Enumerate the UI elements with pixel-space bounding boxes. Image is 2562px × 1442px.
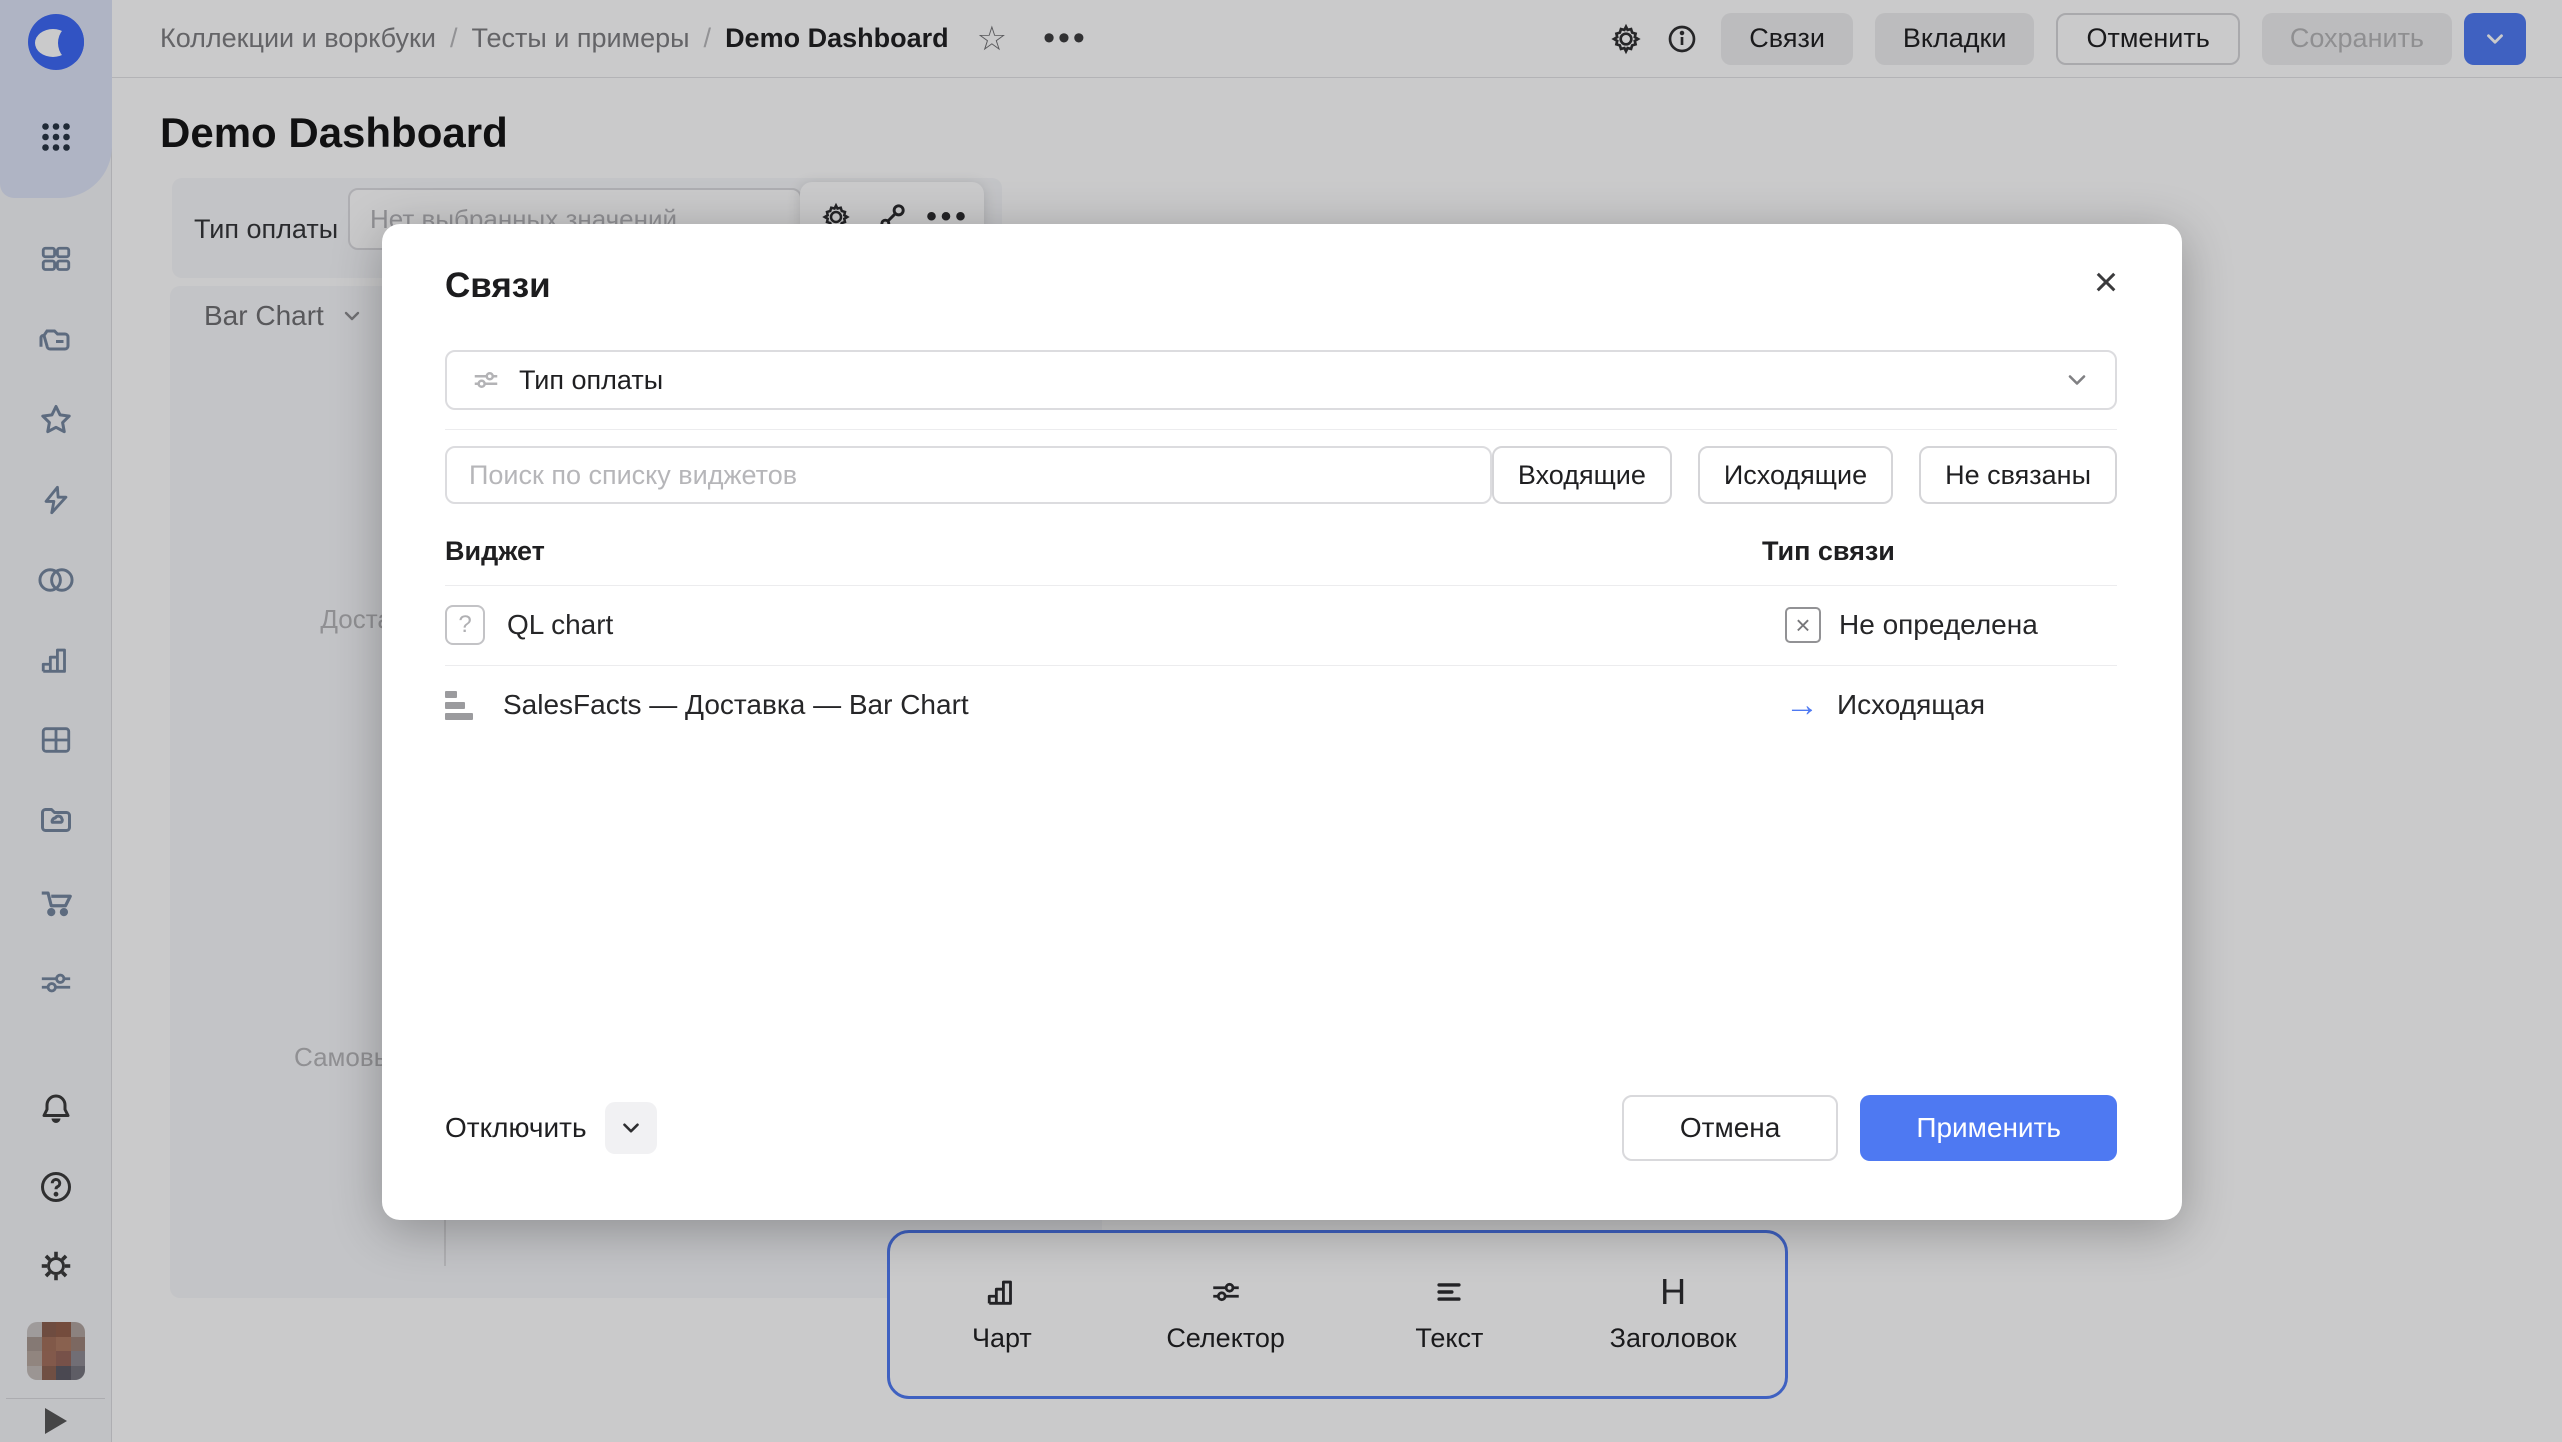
outgoing-arrow-icon: → xyxy=(1785,688,1819,722)
widget-name: QL chart xyxy=(507,609,613,641)
widget-select-value: Тип оплаты xyxy=(519,365,663,396)
links-dialog: Связи × Тип оплаты Входящие Исходящие Не… xyxy=(382,224,2182,1220)
filter-outgoing-button[interactable]: Исходящие xyxy=(1698,446,1893,504)
bar-chart-widget-icon xyxy=(445,688,481,722)
dialog-title: Связи xyxy=(445,266,551,306)
disable-options-caret[interactable] xyxy=(605,1102,657,1154)
table-row[interactable]: SalesFacts — Доставка — Bar Chart → Исхо… xyxy=(445,665,2117,745)
none-icon: × xyxy=(1785,607,1821,643)
question-widget-icon: ? xyxy=(445,605,485,645)
link-type: Не определена xyxy=(1839,609,2038,641)
dialog-cancel-button[interactable]: Отмена xyxy=(1622,1095,1838,1161)
filter-unlinked-button[interactable]: Не связаны xyxy=(1919,446,2117,504)
col-widget: Виджет xyxy=(445,536,545,566)
widget-search-input[interactable] xyxy=(445,446,1492,504)
widget-name: SalesFacts — Доставка — Bar Chart xyxy=(503,689,969,721)
link-type: Исходящая xyxy=(1837,689,1985,721)
chevron-down-icon xyxy=(2063,366,2091,394)
col-link-type: Тип связи xyxy=(1762,536,1895,567)
table-row[interactable]: ? QL chart × Не определена xyxy=(445,585,2117,665)
dialog-apply-button[interactable]: Применить xyxy=(1860,1095,2117,1161)
widget-select[interactable]: Тип оплаты xyxy=(445,350,2117,410)
selector-icon xyxy=(471,365,501,395)
link-filter-buttons: Входящие Исходящие Не связаны xyxy=(1492,446,2117,504)
table-header: Виджет Тип связи xyxy=(445,536,2117,567)
disable-links-button[interactable]: Отключить xyxy=(445,1112,587,1144)
filter-incoming-button[interactable]: Входящие xyxy=(1492,446,1672,504)
dialog-divider xyxy=(445,429,2117,430)
close-icon[interactable]: × xyxy=(2078,254,2134,310)
